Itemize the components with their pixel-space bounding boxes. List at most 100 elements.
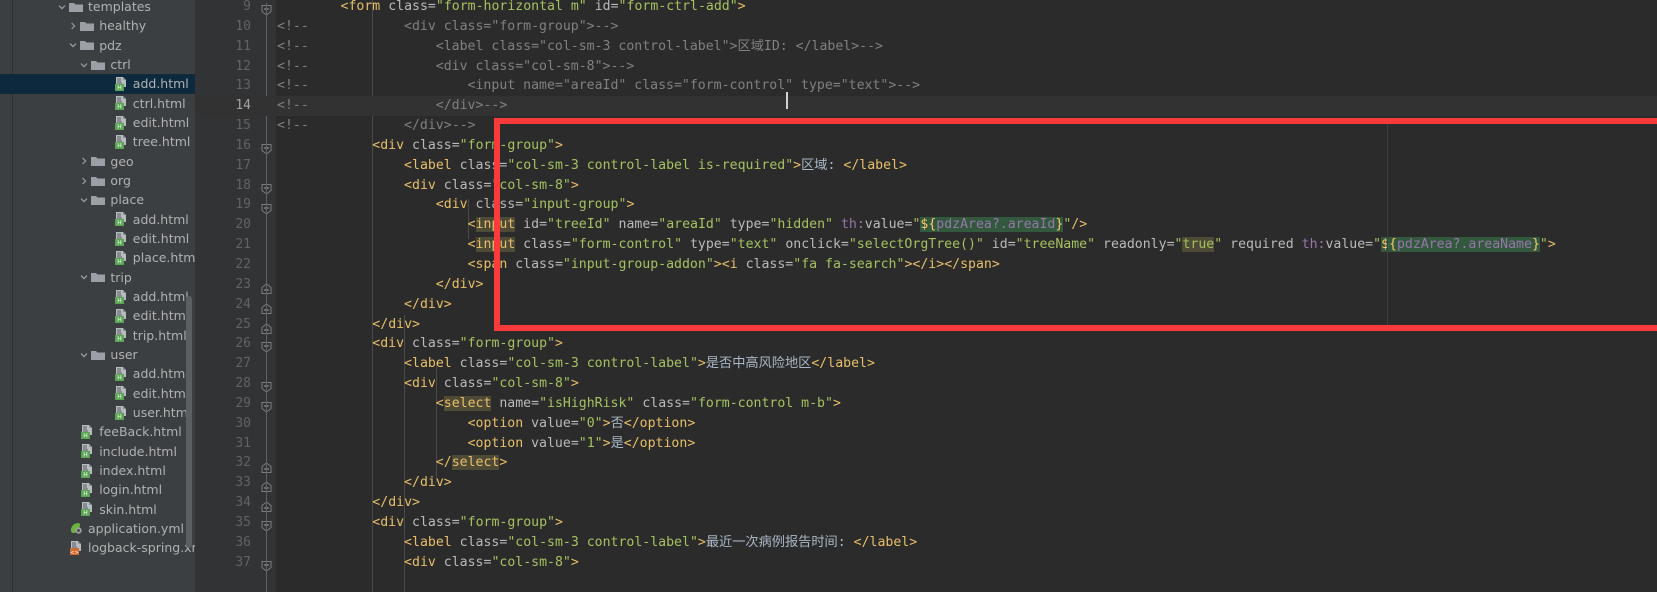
chevron-down-icon[interactable] (78, 349, 90, 361)
chevron-down-icon[interactable] (67, 39, 79, 51)
tree-item-login-html[interactable]: Hlogin.html (0, 480, 195, 499)
code-editor[interactable]: 9 <form class="form-horizontal m" id="fo… (195, 0, 1657, 592)
tree-item-trip[interactable]: trip (0, 268, 195, 287)
tree-item-feeback-html[interactable]: HfeeBack.html (0, 422, 195, 441)
code-text[interactable]: <input id="treeId" name="areaId" type="h… (277, 215, 1087, 235)
code-text[interactable]: <div class="form-group"> (277, 334, 563, 354)
code-line[interactable]: 13 <!-- <input name="areaId" class="form-… (195, 76, 1657, 96)
tree-item-ctrl[interactable]: ctrl (0, 55, 195, 74)
code-text[interactable]: </select> (277, 453, 507, 473)
tree-item-include-html[interactable]: Hinclude.html (0, 442, 195, 461)
editor-lines[interactable]: 9 <form class="form-horizontal m" id="fo… (195, 0, 1657, 572)
code-line[interactable]: 30 <option value="0">否</option> (195, 414, 1657, 434)
tree-item-application-yml[interactable]: application.yml (0, 519, 195, 538)
tree-item-user[interactable]: user (0, 345, 195, 364)
code-line[interactable]: 25 </div> (195, 315, 1657, 335)
tree-item-templates[interactable]: templates (0, 0, 195, 16)
code-text[interactable]: <select name="isHighRisk" class="form-co… (277, 394, 841, 414)
code-text[interactable]: <form class="form-horizontal m" id="form… (277, 0, 746, 17)
code-text[interactable]: <label class="col-sm-3 control-label is-… (277, 156, 907, 176)
code-line[interactable]: 16 <div class="form-group"> (195, 136, 1657, 156)
code-line[interactable]: 27 <label class="col-sm-3 control-label"… (195, 354, 1657, 374)
sidebar-vertical-scrollbar[interactable] (186, 296, 192, 548)
code-text[interactable]: <label class="col-sm-3 control-label">是否… (277, 354, 875, 374)
code-line[interactable]: 26 <div class="form-group"> (195, 334, 1657, 354)
code-line[interactable]: 33 </div> (195, 473, 1657, 493)
tree-item-pdz[interactable]: pdz (0, 36, 195, 55)
code-text[interactable]: <!-- </div>--> (277, 96, 507, 116)
code-text[interactable]: <option value="1">是</option> (277, 434, 696, 454)
tree-item-org[interactable]: org (0, 171, 195, 190)
tree-item-edit-html[interactable]: Hedit.html (0, 306, 195, 325)
tree-item-tree-html[interactable]: Htree.html (0, 132, 195, 151)
code-text[interactable]: <input class="form-control" type="text" … (277, 235, 1556, 255)
chevron-down-icon[interactable] (78, 194, 90, 206)
code-line[interactable]: 19 <div class="input-group"> (195, 195, 1657, 215)
tree-item-user-html[interactable]: Huser.html (0, 403, 195, 422)
tree-item-add-html[interactable]: Hadd.html (0, 74, 195, 94)
code-text[interactable]: </div> (277, 473, 452, 493)
chevron-down-icon[interactable] (56, 1, 68, 13)
code-text[interactable]: <div class="col-sm-8"> (277, 176, 579, 196)
code-line[interactable]: 29 <select name="isHighRisk" class="form… (195, 394, 1657, 414)
tree-item-trip-html[interactable]: Htrip.html (0, 326, 195, 345)
tree-item-edit-html[interactable]: Hedit.html (0, 113, 195, 132)
code-line[interactable]: 36 <label class="col-sm-3 control-label"… (195, 533, 1657, 553)
chevron-right-icon[interactable] (78, 155, 90, 167)
tree-item-edit-html[interactable]: Hedit.html (0, 229, 195, 248)
chevron-right-icon[interactable] (78, 175, 90, 187)
tree-item-add-html[interactable]: Hadd.html (0, 287, 195, 306)
code-text[interactable]: <div class="col-sm-8"> (277, 553, 579, 573)
tree-item-place[interactable]: place (0, 190, 195, 209)
code-text[interactable]: <div class="input-group"> (277, 195, 635, 215)
code-text[interactable]: <label class="col-sm-3 control-label">最近… (277, 533, 917, 553)
code-text[interactable]: </div> (277, 275, 484, 295)
chevron-down-icon[interactable] (78, 59, 90, 71)
tree-item-place-html[interactable]: Hplace.html (0, 248, 195, 267)
code-text[interactable]: </div> (277, 315, 420, 335)
code-text[interactable]: <!-- <div class="col-sm-8">--> (277, 57, 634, 77)
tree-item-logback-spring-xml[interactable]: <> logback-spring.xml (0, 538, 195, 557)
chevron-right-icon[interactable] (67, 20, 79, 32)
code-line[interactable]: 21 <input class="form-control" type="tex… (195, 235, 1657, 255)
code-line[interactable]: 28 <div class="col-sm-8"> (195, 374, 1657, 394)
chevron-down-icon[interactable] (78, 271, 90, 283)
tree-item-index-html[interactable]: Hindex.html (0, 461, 195, 480)
tree-item-geo[interactable]: geo (0, 152, 195, 171)
code-line[interactable]: 34 </div> (195, 493, 1657, 513)
code-text[interactable]: <div class="col-sm-8"> (277, 374, 579, 394)
code-line[interactable]: 22 <span class="input-group-addon"><i cl… (195, 255, 1657, 275)
code-line[interactable]: 11 <!-- <label class="col-sm-3 control-la… (195, 37, 1657, 57)
code-line[interactable]: 14 <!-- </div>--> (195, 96, 1657, 117)
code-text[interactable]: <!-- <div class="form-group">--> (277, 17, 618, 37)
code-line[interactable]: 24 </div> (195, 295, 1657, 315)
code-text[interactable]: <!-- </div>--> (277, 116, 476, 136)
code-line[interactable]: 20 <input id="treeId" name="areaId" type… (195, 215, 1657, 235)
code-text[interactable]: </div> (277, 493, 420, 513)
code-line[interactable]: 17 <label class="col-sm-3 control-label … (195, 156, 1657, 176)
code-line[interactable]: 37 <div class="col-sm-8"> (195, 553, 1657, 573)
code-text[interactable]: <!-- <input name="areaId" class="form-co… (277, 76, 920, 96)
code-line[interactable]: 15 <!-- </div>--> (195, 116, 1657, 136)
code-line[interactable]: 10 <!-- <div class="form-group">--> (195, 17, 1657, 37)
project-tree-panel[interactable]: templates healthy pdz ctrl Hadd.html Hctrl.ht… (0, 0, 195, 592)
tree-item-edit-html[interactable]: Hedit.html (0, 384, 195, 403)
code-text[interactable]: <div class="form-group"> (277, 136, 563, 156)
code-text[interactable]: <!-- <label class="col-sm-3 control-labe… (277, 37, 883, 57)
tree-item-healthy[interactable]: healthy (0, 16, 195, 35)
code-text[interactable]: <div class="form-group"> (277, 513, 563, 533)
code-line[interactable]: 12 <!-- <div class="col-sm-8">--> (195, 57, 1657, 77)
code-text[interactable]: <span class="input-group-addon"><i class… (277, 255, 1000, 275)
code-line[interactable]: 18 <div class="col-sm-8"> (195, 176, 1657, 196)
code-text[interactable]: <option value="0">否</option> (277, 414, 696, 434)
project-tree[interactable]: templates healthy pdz ctrl Hadd.html Hctrl.ht… (0, 0, 195, 558)
tree-item-ctrl-html[interactable]: Hctrl.html (0, 94, 195, 113)
tree-item-add-html[interactable]: Hadd.html (0, 210, 195, 229)
code-line[interactable]: 23 </div> (195, 275, 1657, 295)
code-line[interactable]: 32 </select> (195, 453, 1657, 473)
tree-item-add-html[interactable]: Hadd.html (0, 364, 195, 383)
code-line[interactable]: 35 <div class="form-group"> (195, 513, 1657, 533)
code-line[interactable]: 9 <form class="form-horizontal m" id="fo… (195, 0, 1657, 17)
code-text[interactable]: </div> (277, 295, 452, 315)
code-line[interactable]: 31 <option value="1">是</option> (195, 434, 1657, 454)
